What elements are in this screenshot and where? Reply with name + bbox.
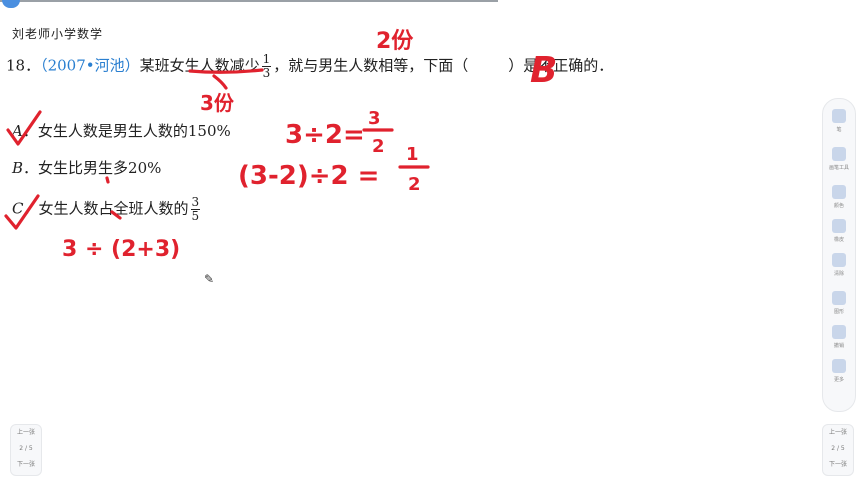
check-a-icon <box>6 110 42 146</box>
tool-brush[interactable]: 画笔工具 <box>827 145 851 179</box>
note-under: 3份 <box>200 91 235 115</box>
calc-a-num: 3 <box>368 108 381 129</box>
page-indicator: 2 / 5 <box>19 445 33 452</box>
note-top: 2份 <box>376 29 414 54</box>
tool-label: 撤销 <box>833 343 844 349</box>
answer-mark: B <box>530 50 557 91</box>
pager-right: 上一张 2 / 5 下一张 <box>822 424 854 476</box>
pen-icon <box>832 109 846 123</box>
pager-left: 上一张 2 / 5 下一张 <box>10 424 42 476</box>
palette-icon <box>832 185 846 199</box>
handwriting-layer: 2份 3份 B 3÷2= 3 2 (3-2)÷2 = 1 2 3 ÷ (2+3) <box>4 29 557 262</box>
calc-a-den: 2 <box>372 136 385 157</box>
arrow-stroke <box>212 74 228 90</box>
next-page-button[interactable]: 下一张 <box>823 457 853 473</box>
tool-shape[interactable]: 图形 <box>827 289 851 323</box>
prev-page-button[interactable]: 上一张 <box>823 425 853 441</box>
underline-stroke <box>188 68 264 74</box>
check-c-icon <box>4 194 40 230</box>
calc-b-num: 1 <box>406 144 419 165</box>
calc-a: 3÷2= <box>285 120 365 150</box>
tool-label: 笔 <box>836 127 842 133</box>
tool-label: 图形 <box>833 309 844 315</box>
tool-pen[interactable]: 笔 <box>827 107 851 141</box>
more-icon <box>832 359 846 373</box>
shape-icon <box>832 291 846 305</box>
tool-undo[interactable]: 撤销 <box>827 323 851 357</box>
next-page-button[interactable]: 下一张 <box>11 457 41 473</box>
tool-label: 更多 <box>833 377 844 383</box>
right-toolbar: 笔 画笔工具 颜色 橡皮 清除 图形 撤销 更多 <box>822 98 856 412</box>
dot-mark <box>105 176 110 184</box>
stroke-mark <box>110 210 122 220</box>
tool-color[interactable]: 颜色 <box>827 183 851 217</box>
calc-c: 3 ÷ (2+3) <box>62 237 180 262</box>
clear-icon <box>832 253 846 267</box>
tool-clear[interactable]: 清除 <box>827 251 851 285</box>
tool-label: 清除 <box>833 271 844 277</box>
tool-eraser[interactable]: 橡皮 <box>827 217 851 251</box>
pinwheel-icon <box>832 147 846 161</box>
pen-cursor-icon: ✎ <box>204 272 215 286</box>
calc-b: (3-2)÷2 = <box>238 161 379 191</box>
undo-icon <box>832 325 846 339</box>
tool-label: 橡皮 <box>833 237 844 243</box>
page-indicator: 2 / 5 <box>831 445 845 452</box>
eraser-icon <box>832 219 846 233</box>
tool-label: 画笔工具 <box>828 165 849 171</box>
tool-label: 颜色 <box>833 203 844 209</box>
prev-page-button[interactable]: 上一张 <box>11 425 41 441</box>
tool-more[interactable]: 更多 <box>827 357 851 391</box>
calc-b-den: 2 <box>408 174 421 195</box>
